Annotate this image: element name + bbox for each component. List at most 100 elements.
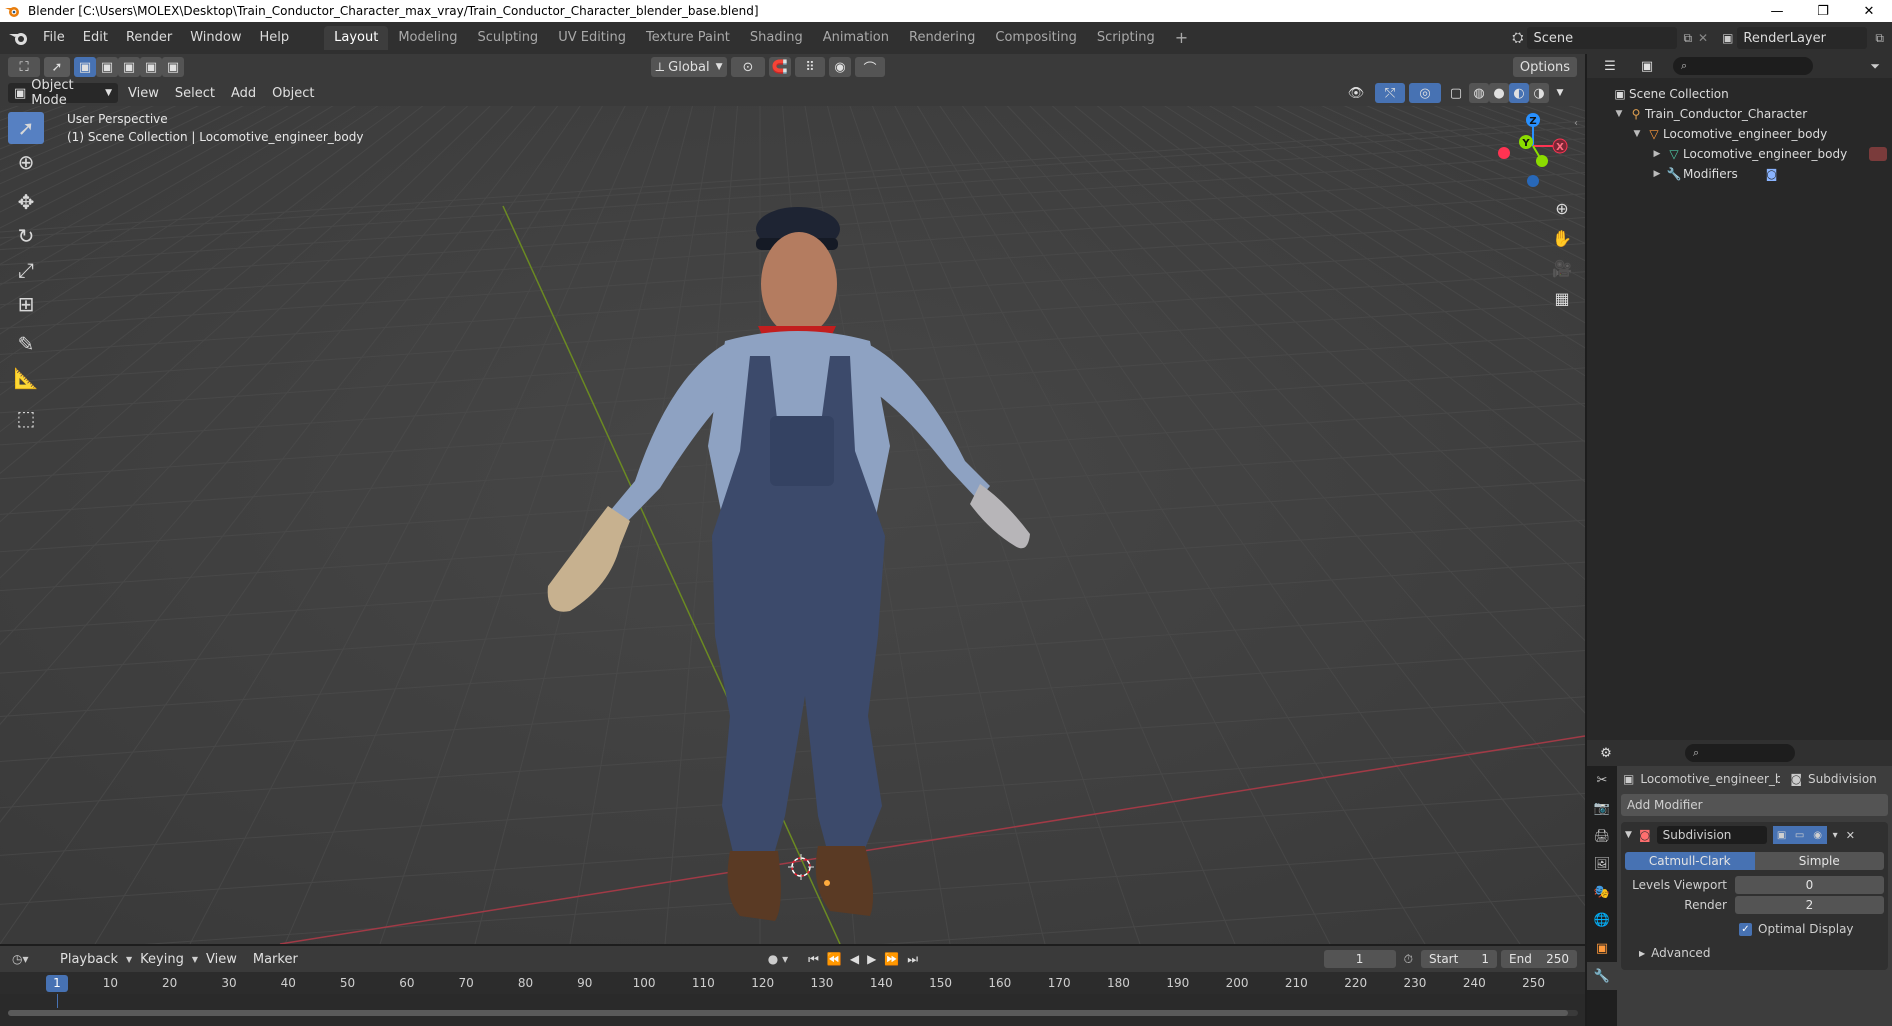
selection-mode-extend-icon[interactable]: ▣ bbox=[96, 57, 118, 77]
edit-mode-toggle-icon[interactable]: ▣ bbox=[1772, 826, 1791, 844]
snap-target-dropdown[interactable]: ⠿ bbox=[795, 57, 825, 77]
view-layer-tab-icon[interactable]: 🖼 bbox=[1587, 850, 1617, 878]
outliner-scene-collection[interactable]: ▣ Scene Collection bbox=[1587, 84, 1892, 104]
shading-material-icon[interactable]: ◐ bbox=[1509, 83, 1529, 103]
expand-arrow-icon[interactable]: ▶ bbox=[1639, 949, 1645, 958]
visibility-icon[interactable]: 👁 bbox=[1341, 83, 1371, 103]
prev-keyframe-icon[interactable]: ⏪ bbox=[827, 952, 842, 966]
menu-window[interactable]: Window bbox=[181, 22, 250, 54]
timeline-track[interactable] bbox=[0, 994, 1585, 1026]
sidebar-toggle-icon[interactable]: ‹ bbox=[1574, 118, 1578, 129]
shading-options-icon[interactable]: ▼ bbox=[1551, 83, 1569, 103]
menu-timeline-view[interactable]: View bbox=[198, 952, 245, 967]
tab-texture-paint[interactable]: Texture Paint bbox=[636, 26, 740, 50]
levels-viewport-field[interactable]: 0 bbox=[1735, 876, 1884, 894]
select-box-tool-icon[interactable]: ➚ bbox=[8, 112, 44, 144]
optimal-display-checkbox[interactable]: ✓ bbox=[1739, 922, 1752, 936]
remove-scene-icon[interactable]: ✕ bbox=[1698, 31, 1708, 45]
zoom-icon[interactable]: ⊕ bbox=[1548, 194, 1576, 222]
shading-wireframe-icon[interactable]: ◍ bbox=[1469, 83, 1489, 103]
current-frame-field[interactable]: 1 bbox=[1323, 950, 1396, 968]
stopwatch-icon[interactable]: ⏱ bbox=[1404, 952, 1413, 967]
display-mode-icon[interactable]: ▣ bbox=[1631, 56, 1663, 76]
tab-compositing[interactable]: Compositing bbox=[985, 26, 1087, 50]
timeline-scrollbar-thumb[interactable] bbox=[8, 1010, 1568, 1016]
play-icon[interactable]: ▶ bbox=[867, 952, 876, 966]
camera-view-icon[interactable]: 🎥 bbox=[1548, 254, 1576, 282]
tab-rendering[interactable]: Rendering bbox=[899, 26, 985, 50]
selection-mode-invert-icon[interactable]: ▣ bbox=[140, 57, 162, 77]
close-window-button[interactable]: ✕ bbox=[1846, 0, 1892, 22]
minimize-button[interactable]: — bbox=[1754, 0, 1800, 22]
tab-scripting[interactable]: Scripting bbox=[1087, 26, 1165, 50]
move-tool-icon[interactable]: ✥ bbox=[8, 186, 44, 218]
pivot-point-dropdown[interactable]: ⊙ bbox=[731, 57, 765, 77]
options-dropdown[interactable]: Options bbox=[1513, 57, 1577, 77]
timeline-editor-type-icon[interactable]: ◷▾ bbox=[12, 952, 42, 966]
new-render-layer-icon[interactable]: ⧉ bbox=[1875, 31, 1884, 46]
outliner-search-field[interactable]: ⌕ bbox=[1673, 57, 1813, 75]
scene-selector[interactable]: Scene bbox=[1527, 27, 1678, 49]
expand-arrow-icon[interactable]: ▼ bbox=[1611, 109, 1627, 119]
shading-rendered-icon[interactable]: ◑ bbox=[1529, 83, 1549, 103]
character-model[interactable] bbox=[500, 116, 1060, 936]
menu-select[interactable]: Select bbox=[167, 86, 223, 101]
next-keyframe-icon[interactable]: ⏩ bbox=[884, 952, 899, 966]
end-frame-field[interactable]: End 250 bbox=[1501, 950, 1577, 968]
proportional-falloff-icon[interactable]: ⌒ bbox=[855, 57, 885, 77]
collapse-arrow-icon[interactable]: ▼ bbox=[1625, 830, 1639, 840]
tab-layout[interactable]: Layout bbox=[324, 26, 389, 50]
new-scene-icon[interactable]: ⧉ bbox=[1683, 31, 1692, 46]
jump-start-icon[interactable]: ⏮ bbox=[808, 952, 819, 967]
auto-keying-icon[interactable]: ● ▾ bbox=[768, 952, 788, 966]
tab-animation[interactable]: Animation bbox=[813, 26, 899, 50]
filter-icon[interactable]: ⏷ bbox=[1870, 59, 1880, 74]
tab-uv-editing[interactable]: UV Editing bbox=[548, 26, 636, 50]
transform-orientation-dropdown[interactable]: ⟂ Global ▼ bbox=[651, 57, 727, 77]
timeline-ruler[interactable]: 1 10 20 30 40 50 60 70 80 90 100 110 120 130 140 150 16… bbox=[0, 972, 1585, 994]
navigation-gizmo[interactable]: Z X Y bbox=[1480, 106, 1576, 196]
editor-type-button[interactable]: ⛶ bbox=[8, 57, 40, 77]
jump-end-icon[interactable]: ⏭ bbox=[907, 952, 918, 967]
remove-modifier-icon[interactable]: ✕ bbox=[1846, 829, 1855, 842]
menu-playback[interactable]: Playback bbox=[52, 952, 126, 967]
gizmo-toggle-icon[interactable]: ⤲ bbox=[1375, 83, 1405, 103]
add-cube-tool-icon[interactable]: ⬚ bbox=[8, 402, 44, 434]
expand-arrow-icon[interactable]: ▼ bbox=[1629, 129, 1645, 139]
simple-button[interactable]: Simple bbox=[1754, 852, 1884, 870]
viewport-toggle-icon[interactable]: ▭ bbox=[1790, 826, 1809, 844]
catmull-clark-button[interactable]: Catmull-Clark bbox=[1625, 852, 1755, 870]
ortho-toggle-icon[interactable]: ▦ bbox=[1548, 284, 1576, 312]
measure-tool-icon[interactable]: 📐 bbox=[8, 362, 44, 394]
outliner-item-locomotive-object[interactable]: ▼ ▽ Locomotive_engineer_body bbox=[1587, 124, 1892, 144]
tab-sculpting[interactable]: Sculpting bbox=[467, 26, 548, 50]
selection-mode-intersect-icon[interactable]: ▣ bbox=[162, 57, 184, 77]
selection-mode-subtract-icon[interactable]: ▣ bbox=[118, 57, 140, 77]
overlay-toggle-icon[interactable]: ◎ bbox=[1409, 83, 1441, 103]
add-modifier-dropdown[interactable]: Add Modifier bbox=[1621, 794, 1888, 816]
annotate-tool-icon[interactable]: ✎ bbox=[8, 328, 44, 360]
timeline-scrollbar[interactable] bbox=[8, 1010, 1578, 1016]
world-tab-icon[interactable]: 🌐 bbox=[1587, 906, 1617, 934]
pan-hand-icon[interactable]: ✋ bbox=[1548, 224, 1576, 252]
selection-mode-new-icon[interactable]: ▣ bbox=[74, 57, 96, 77]
menu-marker[interactable]: Marker bbox=[245, 952, 306, 967]
tab-modeling[interactable]: Modeling bbox=[388, 26, 467, 50]
collapse-arrow-icon[interactable]: ▶ bbox=[1649, 149, 1665, 159]
outliner-item-train-conductor[interactable]: ▼ ⚲ Train_Conductor_Character bbox=[1587, 104, 1892, 124]
select-tool-icon[interactable]: ➚ bbox=[44, 57, 70, 77]
transform-tool-icon[interactable]: ⊞ bbox=[8, 288, 44, 320]
render-levels-field[interactable]: 2 bbox=[1735, 896, 1884, 914]
outliner-item-locomotive-mesh[interactable]: ▶ ▽ Locomotive_engineer_body bbox=[1587, 144, 1892, 164]
scale-tool-icon[interactable]: ⤢ bbox=[8, 254, 44, 286]
menu-add[interactable]: Add bbox=[223, 86, 264, 101]
proportional-edit-icon[interactable]: ◉ bbox=[829, 57, 851, 77]
scene-icon[interactable]: ⛭ bbox=[1512, 30, 1523, 46]
tab-shading[interactable]: Shading bbox=[740, 26, 813, 50]
add-workspace-button[interactable]: + bbox=[1165, 26, 1198, 50]
menu-edit[interactable]: Edit bbox=[74, 22, 117, 54]
menu-view[interactable]: View bbox=[120, 86, 167, 101]
xray-toggle-icon[interactable]: ▢ bbox=[1445, 83, 1467, 103]
mode-dropdown[interactable]: ▣ Object Mode ▼ bbox=[8, 78, 118, 108]
properties-editor-type-icon[interactable]: ⚙ bbox=[1589, 743, 1623, 763]
